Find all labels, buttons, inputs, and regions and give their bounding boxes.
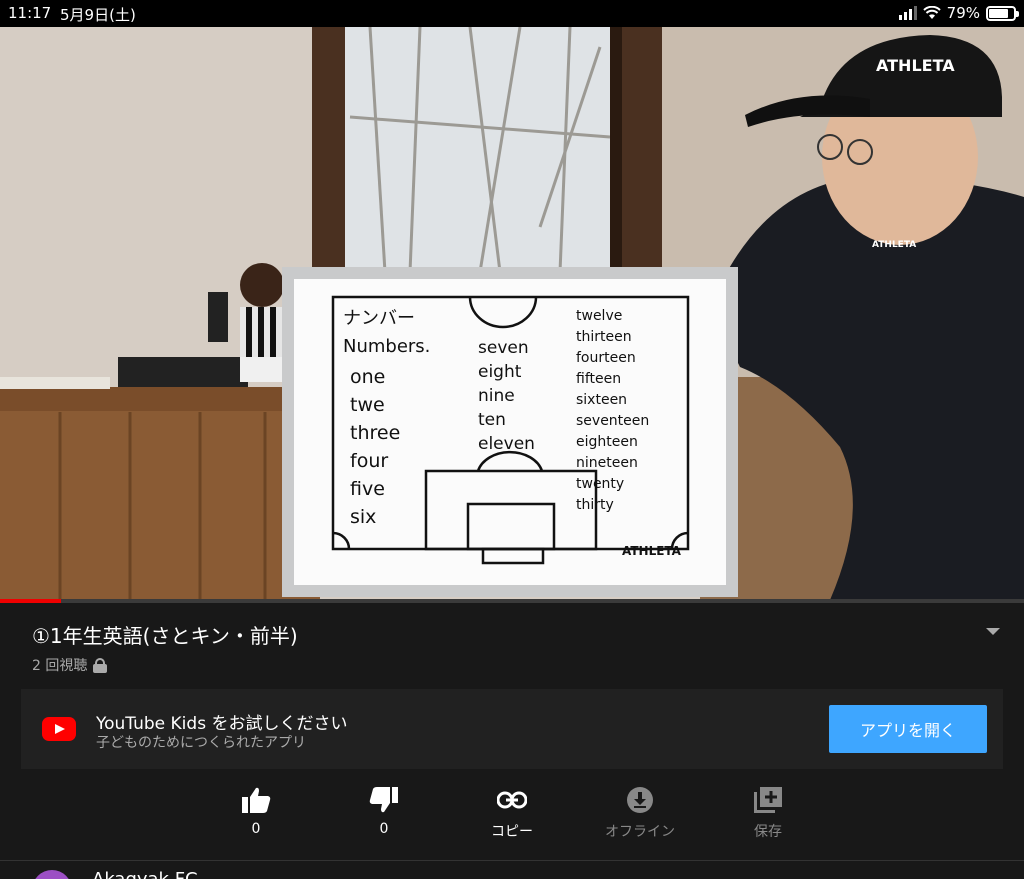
whiteboard-word: one (350, 366, 385, 388)
status-date: 5月9日(土) (60, 6, 136, 24)
expand-description-icon[interactable] (986, 628, 1000, 635)
whiteboard-word: eight (478, 362, 522, 382)
whiteboard-word: thirteen (576, 329, 632, 345)
status-right: 79% (898, 4, 1019, 22)
lock-icon (93, 657, 108, 673)
youtube-kids-promo: YouTube Kids をお試しください 子どものためにつくられたアプリ アプ… (21, 689, 1003, 769)
channel-name[interactable]: Akagyak FC (92, 869, 198, 879)
cellular-signal-icon (898, 6, 917, 20)
video-player[interactable]: ATHLETA ATHLETA ナンバー Numbers. one twe three f… (0, 27, 1024, 600)
whiteboard-word: ナンバー (343, 308, 415, 329)
view-count: 2 回視聴 (32, 655, 108, 675)
whiteboard-word: nine (478, 386, 515, 406)
whiteboard-word: seventeen (576, 413, 649, 429)
wifi-icon (922, 6, 941, 19)
whiteboard-word: eleven (478, 434, 535, 454)
offline-button[interactable]: オフライン (590, 785, 690, 841)
download-icon (624, 785, 656, 815)
whiteboard-word: eighteen (576, 434, 638, 450)
status-bar: 11:17 5月9日(土) 79% (0, 0, 1024, 27)
whiteboard-word: six (350, 506, 376, 528)
youtube-logo-icon (42, 717, 76, 741)
whiteboard-word: thirty (576, 497, 614, 513)
whiteboard-word: twe (350, 394, 385, 416)
battery-level (989, 8, 1008, 18)
cap-logo: ATHLETA (876, 56, 955, 75)
whiteboard-logo: ATHLETA (622, 544, 682, 558)
channel-avatar[interactable] (32, 870, 72, 879)
video-progress-bar[interactable] (0, 599, 1024, 603)
like-button[interactable]: 0 (206, 785, 306, 837)
whiteboard-word: seven (478, 338, 529, 358)
action-bar: 0 0 コピー オフライン 保存 (0, 785, 1024, 845)
video-title: ①1年生英語(さとキン・前半) (32, 624, 298, 648)
dislike-count: 0 (379, 821, 389, 837)
whiteboard-word: nineteen (576, 455, 638, 471)
offline-label: オフライン (605, 824, 675, 840)
video-progress-fill (0, 599, 62, 603)
dislike-button[interactable]: 0 (334, 785, 434, 837)
status-time: 11:17 (8, 4, 52, 22)
add-playlist-icon (752, 785, 784, 815)
thumbs-down-icon (368, 785, 400, 815)
view-count-text: 2 回視聴 (32, 658, 88, 674)
save-label: 保存 (754, 824, 782, 840)
thumbs-up-icon (240, 785, 272, 815)
divider (0, 860, 1024, 861)
whiteboard-word: fifteen (576, 371, 621, 387)
whiteboard-word: three (350, 422, 400, 444)
promo-heading: YouTube Kids をお試しください (96, 714, 348, 734)
whiteboard-word: fourteen (576, 350, 636, 366)
whiteboard-word: twelve (576, 308, 622, 324)
jacket-logo: ATHLETA (872, 240, 916, 250)
whiteboard-word: sixteen (576, 392, 627, 408)
battery-icon (986, 5, 1019, 21)
save-button[interactable]: 保存 (718, 785, 818, 841)
battery-percent: 79% (946, 4, 980, 22)
whiteboard-word: four (350, 450, 388, 472)
open-app-button[interactable]: アプリを開く (829, 705, 987, 753)
copy-label: コピー (491, 824, 533, 840)
video-frame: ATHLETA ATHLETA ナンバー Numbers. one twe three f… (0, 27, 1024, 600)
whiteboard-word: twenty (576, 476, 624, 492)
copy-link-button[interactable]: コピー (462, 785, 562, 841)
whiteboard-word: ten (478, 410, 506, 430)
whiteboard-word: Numbers. (343, 336, 430, 357)
link-icon (496, 785, 528, 815)
like-count: 0 (251, 821, 261, 837)
whiteboard-word: five (350, 478, 385, 500)
promo-subtext: 子どものためにつくられたアプリ (96, 735, 306, 751)
